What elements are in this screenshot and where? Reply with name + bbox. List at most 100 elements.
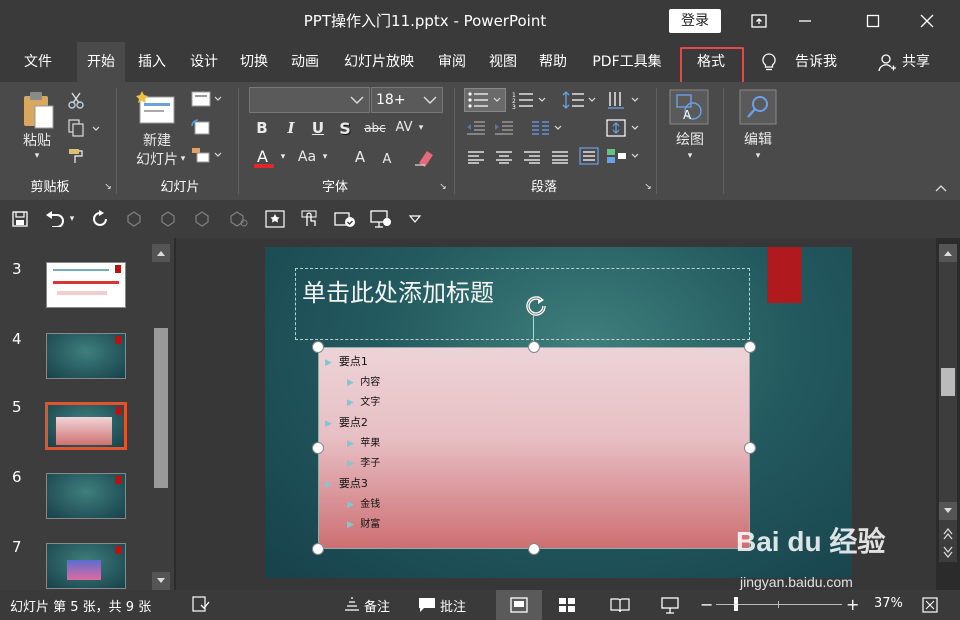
accessibility-icon[interactable] xyxy=(192,596,210,616)
font-launcher-icon[interactable]: ↘ xyxy=(438,182,448,192)
scroll-thumb[interactable] xyxy=(154,328,168,488)
copy-icon[interactable] xyxy=(66,118,102,138)
shapes-icon[interactable]: A xyxy=(668,88,710,126)
editor-scrollbar[interactable] xyxy=(939,244,957,562)
tab-animations[interactable]: 动画 xyxy=(281,42,329,82)
grow-font-button[interactable]: A xyxy=(349,146,371,168)
shape-icon[interactable] xyxy=(192,210,212,228)
paste-dropdown-icon[interactable]: ▾ xyxy=(30,150,44,162)
zoom-in-button[interactable]: + xyxy=(846,595,859,614)
slide-count-status[interactable]: 幻灯片 第 5 张，共 9 张 xyxy=(10,596,151,615)
clipboard-launcher-icon[interactable]: ↘ xyxy=(103,182,113,192)
thumbnail-slide-6[interactable] xyxy=(46,473,126,519)
numbering-icon[interactable]: 123 xyxy=(510,88,550,112)
new-slide-dropdown-icon[interactable]: ▾ xyxy=(178,150,188,168)
section-icon[interactable] xyxy=(190,146,224,164)
font-name-select[interactable] xyxy=(249,87,370,113)
tab-help[interactable]: 帮助 xyxy=(529,42,577,82)
touch-mode-icon[interactable] xyxy=(298,210,320,228)
normal-view-icon[interactable] xyxy=(496,590,542,620)
shape-icon[interactable] xyxy=(124,210,144,228)
close-icon[interactable] xyxy=(904,0,950,42)
clear-formatting-icon[interactable] xyxy=(412,146,436,168)
layout-icon[interactable] xyxy=(190,90,224,108)
thumbnail-scrollbar[interactable] xyxy=(152,244,170,590)
maximize-icon[interactable] xyxy=(850,0,896,42)
underline-button[interactable]: U xyxy=(308,118,328,138)
line-spacing-icon[interactable] xyxy=(560,88,600,112)
align-right-icon[interactable] xyxy=(522,148,542,166)
increase-indent-icon[interactable] xyxy=(492,118,516,138)
tab-slideshow[interactable]: 幻灯片放映 xyxy=(334,42,424,82)
resize-handle-bottom[interactable] xyxy=(528,543,540,555)
columns-icon[interactable] xyxy=(530,118,566,138)
align-left-icon[interactable] xyxy=(466,148,486,166)
resize-handle-left[interactable] xyxy=(312,442,324,454)
format-painter-icon[interactable] xyxy=(66,146,86,166)
zoom-out-button[interactable]: − xyxy=(700,595,713,614)
thumbnail-slide-7[interactable] xyxy=(46,543,126,589)
insert-picture-icon[interactable] xyxy=(264,210,286,228)
font-size-select[interactable]: 18+ xyxy=(371,87,443,113)
bullets-button[interactable] xyxy=(464,88,506,112)
bold-button[interactable]: B xyxy=(252,118,272,138)
decrease-indent-icon[interactable] xyxy=(464,118,488,138)
character-spacing-button[interactable]: AV xyxy=(392,116,416,138)
share-button[interactable]: 共享 xyxy=(898,42,934,82)
scroll-up-icon[interactable] xyxy=(152,244,170,262)
resize-handle-top[interactable] xyxy=(528,341,540,353)
reset-icon[interactable] xyxy=(190,118,210,136)
text-direction-icon[interactable] xyxy=(604,88,644,112)
paste-button[interactable]: 粘贴 xyxy=(14,130,60,150)
thumbnail-slide-4[interactable] xyxy=(46,333,126,379)
new-slide-icon[interactable] xyxy=(136,90,178,126)
scroll-up-icon[interactable] xyxy=(939,244,957,262)
font-color-icon[interactable]: A xyxy=(252,146,276,170)
tab-home[interactable]: 开始 xyxy=(77,42,125,82)
shape-icon[interactable] xyxy=(158,210,178,228)
present-icon[interactable] xyxy=(370,210,392,228)
change-case-button[interactable]: Aa xyxy=(296,146,318,168)
login-button[interactable]: 登录 xyxy=(669,9,721,33)
undo-dropdown-icon[interactable]: ▾ xyxy=(66,210,78,228)
align-text-icon[interactable] xyxy=(604,118,644,138)
shape-icon[interactable] xyxy=(228,210,250,228)
distributed-icon[interactable] xyxy=(578,146,600,166)
shadow-button[interactable]: S xyxy=(335,118,355,138)
smartart-icon[interactable] xyxy=(604,146,644,166)
tab-design[interactable]: 设计 xyxy=(180,42,228,82)
undo-icon[interactable] xyxy=(44,210,66,228)
drawing-button[interactable]: 绘图 xyxy=(666,130,714,148)
resize-handle-bottom-left[interactable] xyxy=(312,543,324,555)
editing-button[interactable]: 编辑 xyxy=(734,130,782,148)
tab-pdf-tools[interactable]: PDF工具集 xyxy=(583,42,671,82)
reading-view-icon[interactable] xyxy=(610,597,630,617)
fit-to-window-icon[interactable] xyxy=(922,597,938,617)
align-center-icon[interactable] xyxy=(494,148,514,166)
paste-icon[interactable] xyxy=(18,90,58,130)
scroll-thumb[interactable] xyxy=(941,368,955,396)
italic-button[interactable]: I xyxy=(281,118,301,138)
zoom-slider-thumb[interactable] xyxy=(734,597,738,611)
shrink-font-button[interactable]: A xyxy=(376,148,398,170)
slide-show-check-icon[interactable] xyxy=(334,210,356,228)
previous-slide-icon[interactable] xyxy=(939,526,957,542)
tab-insert[interactable]: 插入 xyxy=(128,42,176,82)
ribbon-display-options-icon[interactable] xyxy=(736,0,782,42)
strikethrough-button[interactable]: abc xyxy=(361,118,389,138)
search-icon[interactable] xyxy=(738,88,778,126)
thumbnail-slide-5-selected[interactable] xyxy=(45,402,127,450)
comments-icon[interactable] xyxy=(418,597,436,617)
justify-icon[interactable] xyxy=(550,148,570,166)
content-textbox[interactable]: ▶ 要点1 ▶ 内容 ▶ 文字 ▶ 要点2 ▶ 苹果 ▶ 李子 ▶ 要点3 ▶ … xyxy=(318,347,750,549)
tab-view[interactable]: 视图 xyxy=(479,42,527,82)
tab-transitions[interactable]: 切换 xyxy=(230,42,278,82)
customize-toolbar-icon[interactable] xyxy=(406,210,424,228)
collapse-ribbon-icon[interactable] xyxy=(934,182,948,194)
new-slide-label-1[interactable]: 新建 xyxy=(124,131,190,149)
zoom-level[interactable]: 37% xyxy=(874,596,903,611)
drawing-dropdown-icon[interactable]: ▾ xyxy=(684,150,696,162)
rotate-handle-icon[interactable] xyxy=(521,291,551,321)
font-color-dropdown-icon[interactable]: ▾ xyxy=(278,146,288,168)
change-case-dropdown-icon[interactable]: ▾ xyxy=(320,146,330,168)
